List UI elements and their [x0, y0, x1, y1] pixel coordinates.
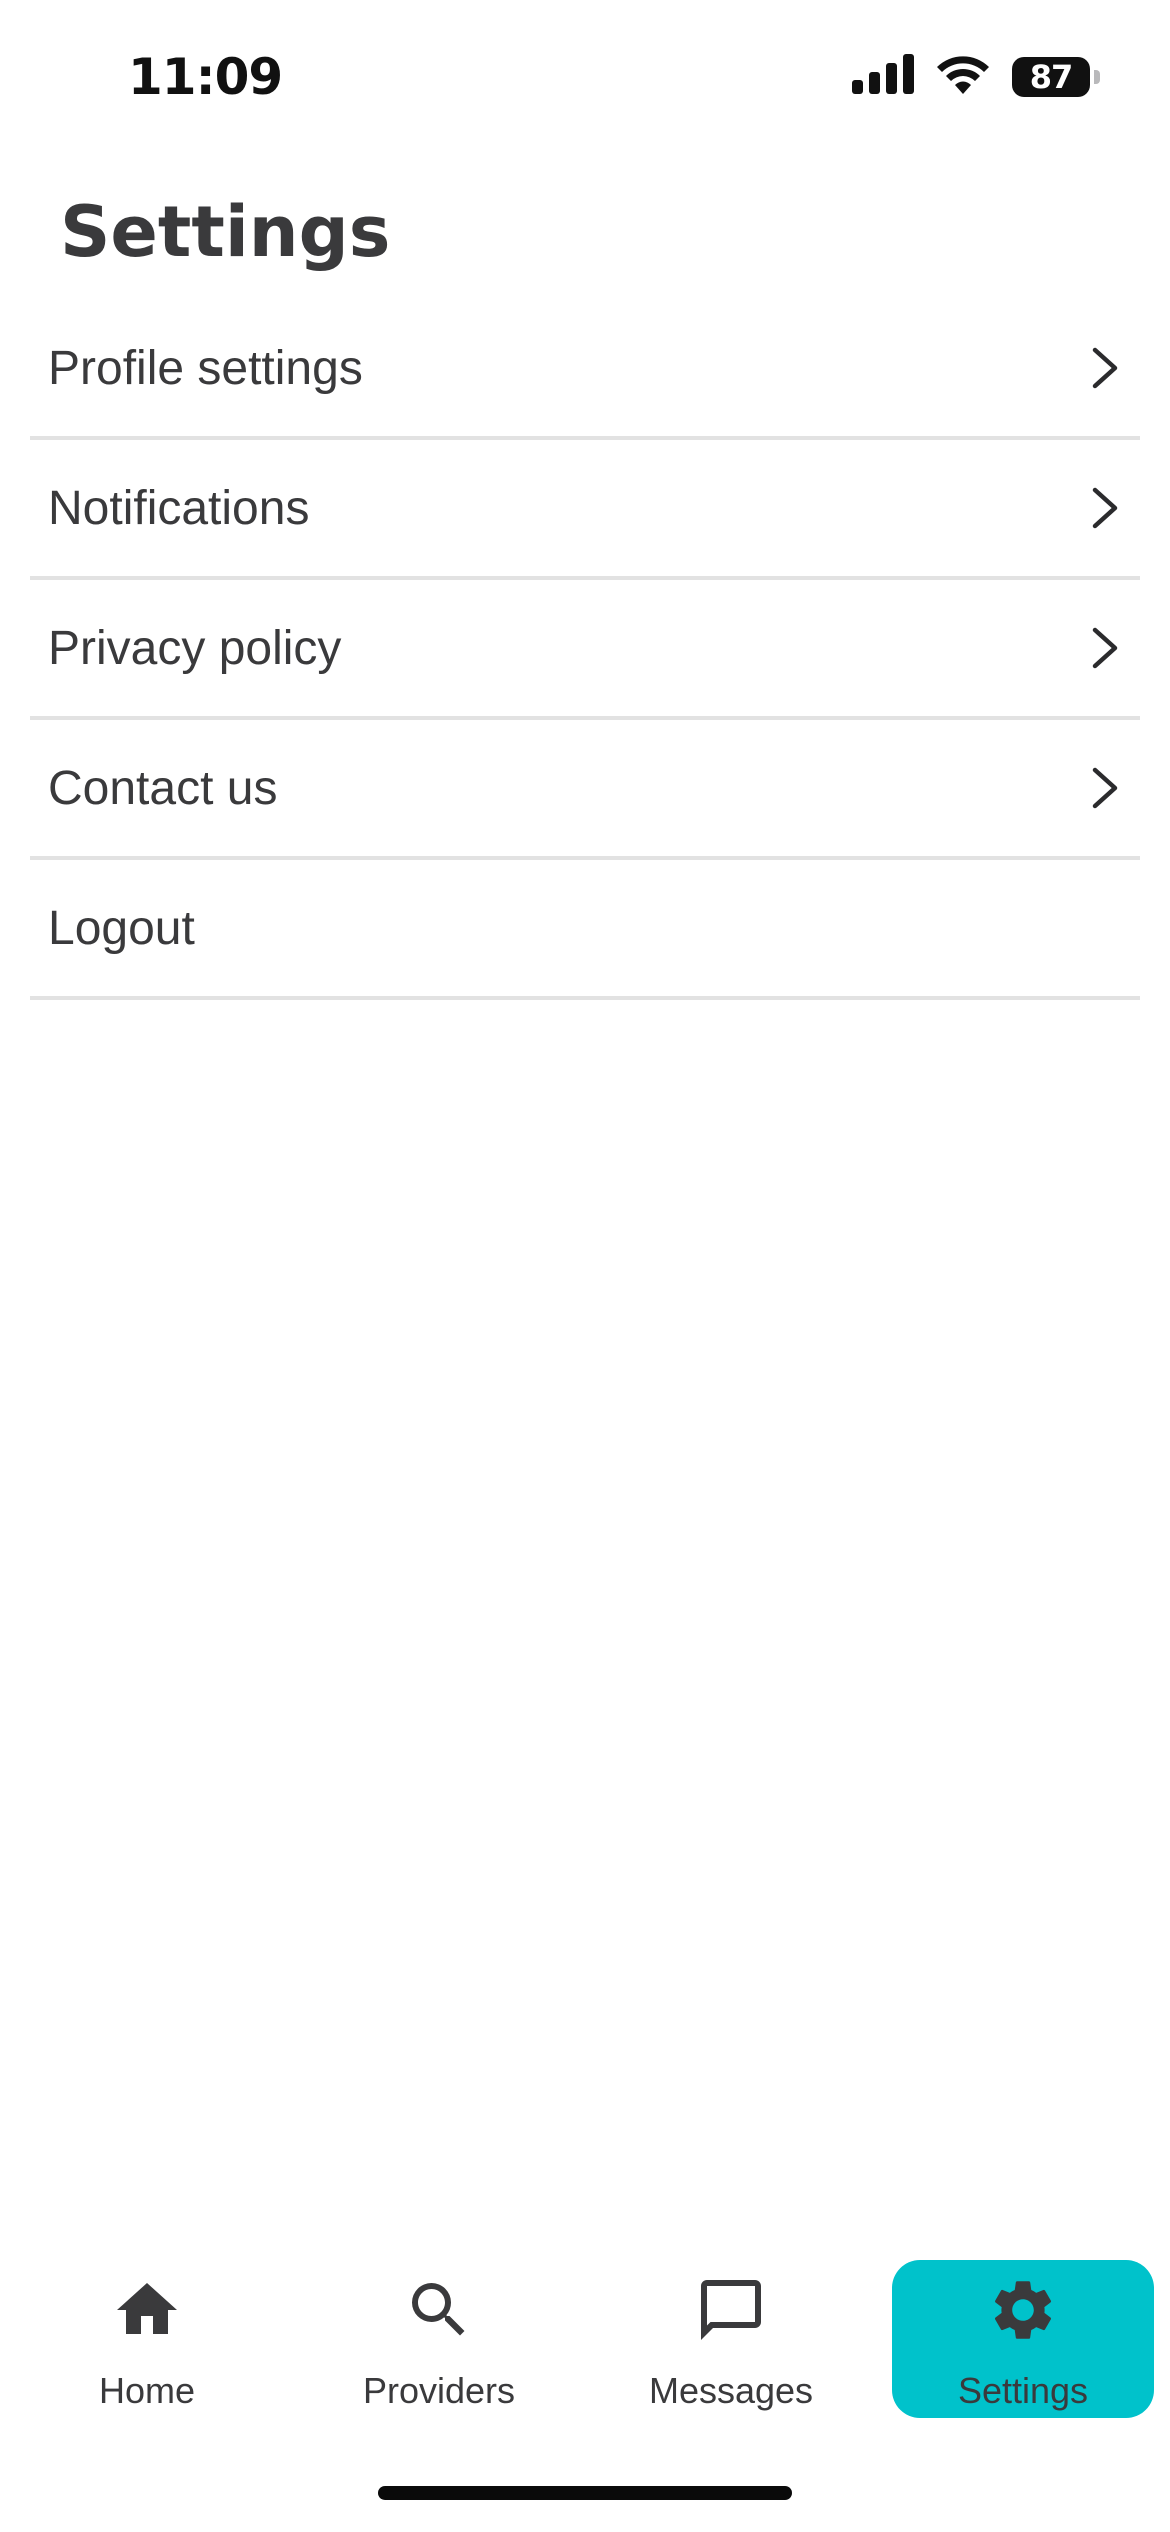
status-bar: 11:09 87	[0, 0, 1170, 150]
chevron-right-icon	[1090, 766, 1120, 810]
settings-item-label: Privacy policy	[48, 621, 342, 675]
home-indicator[interactable]	[378, 2486, 792, 2500]
tab-bar: Home Providers Messages Settings	[0, 2260, 1170, 2430]
chevron-right-icon	[1090, 346, 1120, 390]
settings-item-label: Notifications	[48, 481, 310, 535]
settings-item-logout[interactable]: Logout	[30, 860, 1140, 1000]
tab-providers[interactable]: Providers	[308, 2260, 570, 2418]
settings-item-label: Contact us	[48, 761, 278, 815]
cellular-signal-icon	[852, 54, 914, 99]
settings-list: Profile settings Notifications Privacy p…	[30, 300, 1140, 1000]
settings-item-label: Profile settings	[48, 341, 363, 395]
tab-messages[interactable]: Messages	[600, 2260, 862, 2418]
status-time: 11:09	[128, 48, 283, 106]
gear-icon	[987, 2274, 1059, 2346]
settings-item-notifications[interactable]: Notifications	[30, 440, 1140, 580]
settings-item-privacy-policy[interactable]: Privacy policy	[30, 580, 1140, 720]
tab-label: Messages	[648, 2370, 814, 2411]
tab-label: Home	[98, 2370, 196, 2411]
settings-item-contact-us[interactable]: Contact us	[30, 720, 1140, 860]
tab-home[interactable]: Home	[16, 2260, 278, 2418]
home-icon	[111, 2274, 183, 2346]
tab-settings[interactable]: Settings	[892, 2260, 1154, 2418]
tab-label: Providers	[362, 2370, 516, 2411]
wifi-icon	[936, 54, 990, 99]
chevron-right-icon	[1090, 626, 1120, 670]
battery-cap	[1094, 69, 1100, 84]
chat-bubble-icon	[695, 2274, 767, 2346]
status-icons: 87	[852, 54, 1100, 99]
battery-icon: 87	[1012, 56, 1100, 97]
search-icon	[403, 2274, 475, 2346]
page-title: Settings	[60, 191, 391, 273]
settings-item-label: Logout	[48, 901, 195, 955]
battery-level: 87	[1029, 57, 1074, 96]
tab-label: Settings	[957, 2370, 1089, 2411]
chevron-right-icon	[1090, 486, 1120, 530]
settings-item-profile-settings[interactable]: Profile settings	[30, 300, 1140, 440]
